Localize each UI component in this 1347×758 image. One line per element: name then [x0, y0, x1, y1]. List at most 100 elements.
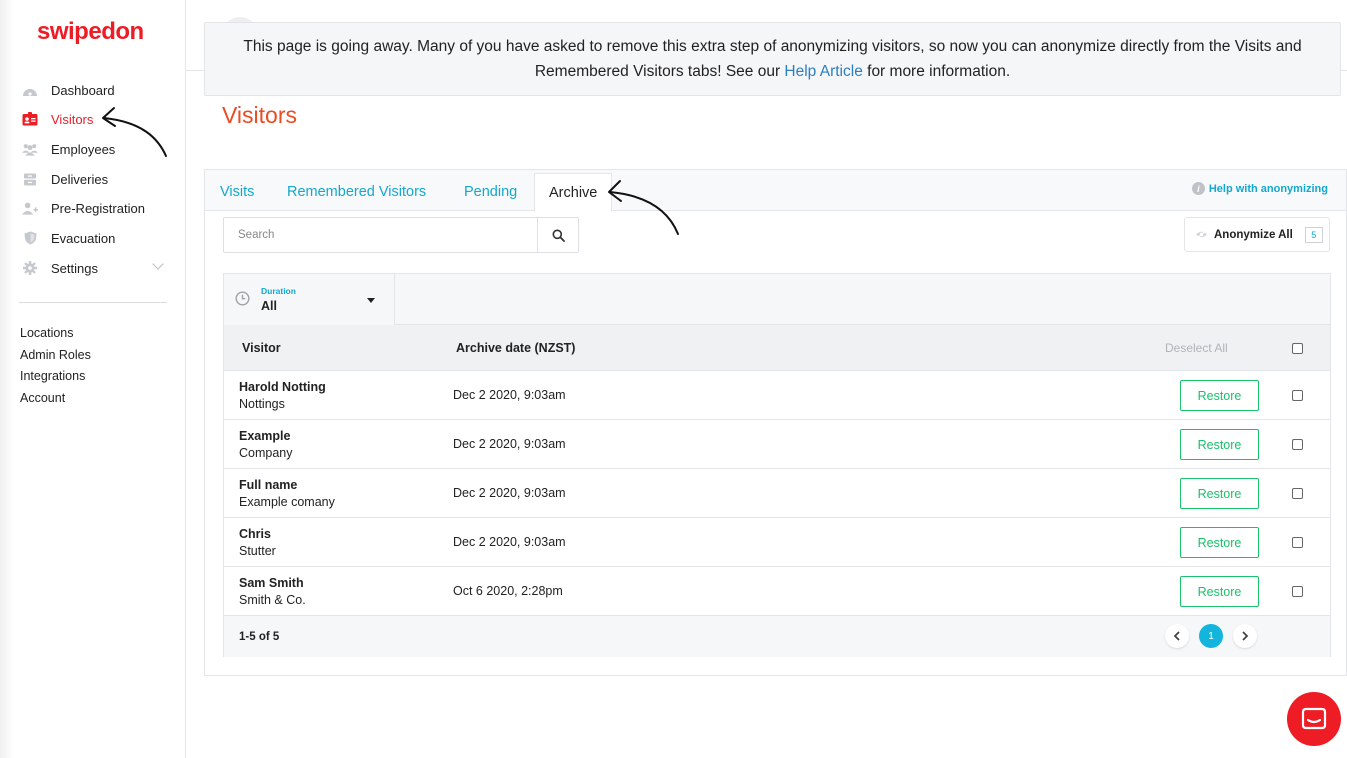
filter-bar: Duration All	[224, 274, 1330, 325]
next-page-button[interactable]	[1233, 624, 1257, 648]
visitor-company: Nottings	[239, 397, 285, 411]
info-icon: i	[1191, 182, 1205, 195]
tab-pending[interactable]: Pending	[464, 184, 517, 200]
sidebar-item-label: Settings	[51, 260, 98, 276]
table-row: Full name Example comany Dec 2 2020, 9:0…	[224, 469, 1330, 518]
tab-visits[interactable]: Visits	[220, 184, 254, 200]
restore-button[interactable]: Restore	[1180, 380, 1259, 411]
sidebar-item-pre-registration[interactable]: Pre-Registration	[22, 198, 145, 218]
search-icon	[552, 229, 565, 242]
visitor-name: Full name	[239, 478, 298, 492]
sidebar-item-label: Pre-Registration	[51, 200, 145, 216]
visitor-name: Sam Smith	[239, 576, 304, 590]
notice-text-end: for more information.	[862, 63, 1011, 80]
tab-archive[interactable]: Archive	[534, 173, 613, 212]
table-row: Chris Stutter Dec 2 2020, 9:03am Restore	[224, 518, 1330, 567]
archive-date: Oct 6 2020, 2:28pm	[453, 584, 563, 598]
page-number-button[interactable]: 1	[1199, 624, 1223, 648]
table-row: Example Company Dec 2 2020, 9:03am Resto…	[224, 420, 1330, 469]
visitor-company: Stutter	[239, 544, 276, 558]
sidebar-item-label: Employees	[51, 141, 116, 157]
notice-text: This page is going away. Many of you hav…	[243, 38, 1302, 80]
previous-page-button[interactable]	[1165, 624, 1189, 648]
page-title: Visitors	[222, 102, 297, 128]
clock-icon	[235, 291, 250, 306]
help-anonymizing-link[interactable]: i Help with anonymizing	[1191, 182, 1328, 195]
shield-icon	[22, 231, 38, 245]
archive-date: Dec 2 2020, 9:03am	[453, 535, 566, 549]
sidebar: swipedon Dashboard Visitors Employees De…	[0, 0, 186, 758]
chevron-right-icon	[1242, 631, 1249, 641]
gear-icon	[22, 261, 38, 275]
chat-icon	[1301, 707, 1327, 730]
anonymize-count-badge: 5	[1304, 226, 1323, 243]
restore-button[interactable]: Restore	[1180, 478, 1259, 509]
deliveries-icon	[22, 172, 38, 186]
visitor-name: Harold Notting	[239, 380, 326, 394]
visitor-name: Example	[239, 429, 291, 443]
duration-filter-value: All	[261, 299, 277, 313]
deprecation-notice: This page is going away. Many of you hav…	[204, 22, 1341, 96]
sidebar-item-deliveries[interactable]: Deliveries	[22, 169, 108, 189]
tab-bar: Visits Remembered Visitors Pending Archi…	[205, 170, 1346, 212]
chevron-left-icon	[1173, 631, 1180, 641]
restore-button[interactable]: Restore	[1180, 576, 1259, 607]
sidebar-item-evacuation[interactable]: Evacuation	[22, 228, 115, 248]
visitor-badge-icon	[22, 112, 38, 126]
column-header-archive-date: Archive date (NZST)	[456, 341, 576, 355]
sidebar-link-account[interactable]: Account	[20, 391, 65, 405]
sidebar-item-dashboard[interactable]: Dashboard	[22, 80, 115, 100]
visitor-name: Chris	[239, 527, 271, 541]
sidebar-divider	[19, 302, 167, 303]
dashboard-icon	[22, 83, 38, 97]
sidebar-link-admin-roles[interactable]: Admin Roles	[20, 348, 91, 362]
anonymize-all-button[interactable]: Anonymize All 5	[1184, 217, 1330, 252]
sidebar-item-label: Evacuation	[51, 230, 116, 246]
employees-icon	[22, 142, 38, 156]
row-checkbox[interactable]	[1292, 439, 1303, 450]
deselect-all-button[interactable]: Deselect All	[1165, 341, 1228, 355]
chevron-down-icon[interactable]	[152, 258, 164, 270]
restore-button[interactable]: Restore	[1180, 527, 1259, 558]
duration-filter-dropdown[interactable]: Duration All	[224, 274, 395, 325]
help-article-link[interactable]: Help Article	[784, 63, 862, 80]
sidebar-item-label: Deliveries	[51, 171, 109, 187]
swipedon-logo[interactable]: swipedon	[37, 18, 144, 46]
restore-button[interactable]: Restore	[1180, 429, 1259, 460]
table-row: Sam Smith Smith & Co. Oct 6 2020, 2:28pm…	[224, 567, 1330, 616]
sidebar-item-visitors[interactable]: Visitors	[22, 109, 93, 129]
anonymize-all-label: Anonymize All	[1214, 228, 1293, 241]
sidebar-link-integrations[interactable]: Integrations	[20, 369, 85, 383]
row-checkbox[interactable]	[1292, 488, 1303, 499]
eye-slash-icon	[1196, 230, 1207, 239]
result-count: 1-5 of 5	[239, 631, 280, 643]
row-checkbox[interactable]	[1292, 586, 1303, 597]
row-checkbox[interactable]	[1292, 390, 1303, 401]
sidebar-item-label: Dashboard	[51, 82, 115, 98]
table-row: Harold Notting Nottings Dec 2 2020, 9:03…	[224, 371, 1330, 420]
search-box	[223, 217, 579, 253]
table-header: Visitor Archive date (NZST) Deselect All	[224, 325, 1330, 371]
select-all-checkbox[interactable]	[1292, 343, 1303, 354]
archive-table: Duration All Visitor Archive date (NZST)…	[223, 273, 1331, 657]
row-checkbox[interactable]	[1292, 537, 1303, 548]
archive-date: Dec 2 2020, 9:03am	[453, 486, 566, 500]
sidebar-link-locations[interactable]: Locations	[20, 326, 74, 340]
chat-support-button[interactable]	[1287, 692, 1341, 746]
sidebar-item-employees[interactable]: Employees	[22, 139, 115, 159]
pre-registration-icon	[22, 201, 38, 215]
sidebar-item-label: Visitors	[51, 111, 94, 127]
visitor-company: Company	[239, 446, 293, 460]
column-header-visitor: Visitor	[242, 341, 281, 355]
tab-remembered-visitors[interactable]: Remembered Visitors	[287, 184, 426, 200]
sidebar-item-settings[interactable]: Settings	[22, 258, 98, 278]
archive-date: Dec 2 2020, 9:03am	[453, 388, 566, 402]
caret-down-icon	[367, 298, 375, 303]
visitor-company: Example comany	[239, 495, 335, 509]
table-footer: 1-5 of 5 1	[224, 616, 1330, 657]
search-input[interactable]	[224, 218, 537, 252]
search-button[interactable]	[537, 218, 578, 252]
archive-date: Dec 2 2020, 9:03am	[453, 437, 566, 451]
visitors-panel: Visits Remembered Visitors Pending Archi…	[204, 169, 1347, 676]
help-link-label: Help with anonymizing	[1208, 182, 1328, 195]
